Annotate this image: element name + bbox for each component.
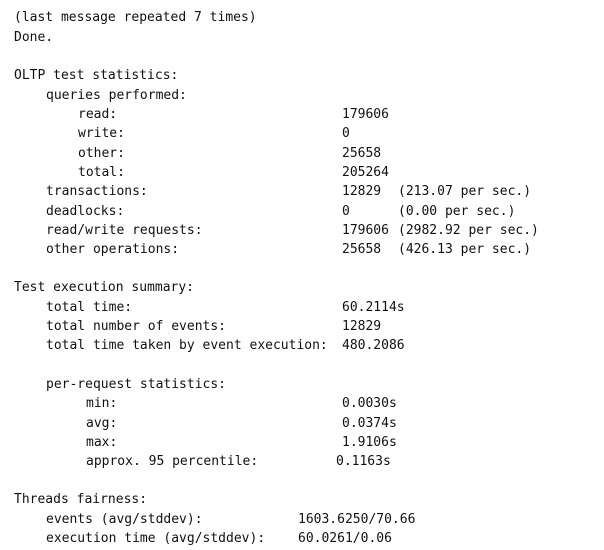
event-exec-value: 480.2086 (342, 338, 405, 353)
exec-time-avg-stddev-value: 60.0261/0.06 (298, 531, 392, 546)
total-label: total: (78, 165, 125, 180)
total-value: 205264 (342, 165, 389, 180)
avg-value: 0.0374s (342, 416, 397, 431)
read-label: read: (78, 107, 118, 122)
avg-label: avg: (86, 416, 118, 431)
queries-performed-header: queries performed: (46, 88, 187, 103)
deadlocks-value: 0 (342, 204, 350, 219)
total-time-label: total time: (46, 300, 133, 315)
transactions-rate: (213.07 per sec.) (398, 184, 532, 199)
total-time-value: 60.2114s (342, 300, 405, 315)
other-value: 25658 (342, 146, 382, 161)
exec-summary-header: Test execution summary: (14, 280, 195, 295)
read-value: 179606 (342, 107, 389, 122)
max-value: 1.9106s (342, 435, 397, 450)
threads-fairness-header: Threads fairness: (14, 492, 148, 507)
other-operations-rate: (426.13 per sec.) (398, 242, 532, 257)
transactions-label: transactions: (46, 184, 148, 199)
repeat-notice-line: (last message repeated 7 times) (14, 10, 257, 25)
rw-requests-value: 179606 (342, 223, 389, 238)
num-events-label: total number of events: (46, 319, 227, 334)
events-avg-stddev-value: 1603.6250/70.66 (298, 512, 416, 527)
other-label: other: (78, 146, 125, 161)
deadlocks-rate: (0.00 per sec.) (398, 204, 516, 219)
transactions-value: 12829 (342, 184, 382, 199)
event-exec-label: total time taken by event execution: (46, 338, 328, 353)
rw-requests-label: read/write requests: (46, 223, 203, 238)
other-operations-value: 25658 (342, 242, 382, 257)
deadlocks-label: deadlocks: (46, 204, 125, 219)
write-label: write: (78, 126, 125, 141)
min-value: 0.0030s (342, 396, 397, 411)
rw-requests-rate: (2982.92 per sec.) (398, 223, 539, 238)
events-avg-stddev-label: events (avg/stddev): (46, 512, 203, 527)
per-request-header: per-request statistics: (46, 377, 227, 392)
terminal-output: (last message repeated 7 times) Done. OL… (0, 0, 604, 550)
other-operations-label: other operations: (46, 242, 180, 257)
done-line: Done. (14, 30, 54, 45)
max-label: max: (86, 435, 118, 450)
pct95-value: 0.1163s (336, 454, 391, 469)
num-events-value: 12829 (342, 319, 382, 334)
exec-time-avg-stddev-label: execution time (avg/stddev): (46, 531, 266, 546)
oltp-stats-header: OLTP test statistics: (14, 68, 179, 83)
pct95-label: approx. 95 percentile: (86, 454, 259, 469)
min-label: min: (86, 396, 118, 411)
write-value: 0 (342, 126, 350, 141)
